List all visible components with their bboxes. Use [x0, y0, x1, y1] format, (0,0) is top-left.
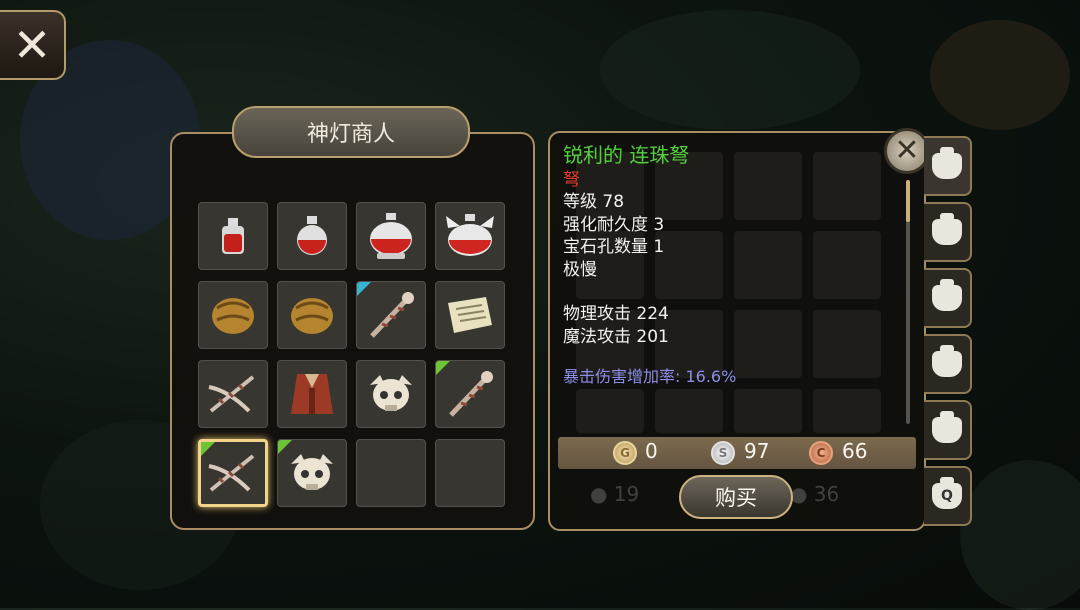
quest-bag-icon: Q — [932, 477, 962, 509]
empty-slot[interactable] — [435, 439, 505, 507]
item-crit-bonus: 暴击伤害增加率: 16.6% — [563, 367, 737, 386]
item-slot[interactable] — [277, 281, 347, 349]
item-slot[interactable] — [277, 202, 347, 270]
rarity-corner — [278, 440, 292, 454]
close-shop-button[interactable]: ✕ — [0, 10, 66, 80]
item-slot[interactable] — [198, 281, 268, 349]
bag-tab-5[interactable] — [924, 400, 972, 460]
background-currency: ● 36 — [790, 482, 840, 506]
silver-coin-icon: S — [711, 441, 735, 465]
item-gem-slots: 宝石孔数量 1 — [563, 237, 665, 257]
bag-icon — [932, 345, 962, 377]
bone-staff-icon — [370, 292, 414, 338]
background-currency: ● 19 — [590, 482, 640, 506]
skull-helmet-icon — [370, 375, 412, 411]
bone-staff-icon — [449, 371, 493, 417]
item-slot-selected[interactable] — [198, 439, 268, 507]
background-inventory-slot — [734, 389, 802, 433]
large-red-potion-icon — [370, 213, 412, 259]
leather-gloves-icon — [291, 298, 333, 334]
buy-button[interactable]: 购买 — [679, 475, 793, 519]
copper-coin-icon: C — [809, 441, 833, 465]
bag-tab-2[interactable] — [924, 202, 972, 262]
bag-icon — [932, 279, 962, 311]
item-slot[interactable] — [435, 202, 505, 270]
rarity-corner — [201, 442, 215, 456]
item-level: 等级 78 — [563, 192, 625, 212]
item-physical-attack: 物理攻击 224 — [563, 304, 669, 324]
bag-icon — [932, 147, 962, 179]
skull-helmet-icon — [291, 454, 333, 490]
red-potion-icon — [297, 216, 327, 255]
item-slot[interactable] — [198, 202, 268, 270]
bag-icon — [932, 411, 962, 443]
bone-crossbow-icon — [208, 375, 255, 413]
bag-tab-4[interactable] — [924, 334, 972, 394]
bag-tab-3[interactable] — [924, 268, 972, 328]
item-slot[interactable] — [356, 202, 426, 270]
background-inventory-slot — [813, 231, 881, 299]
gold-coin-icon: G — [613, 441, 637, 465]
small-red-potion-icon — [222, 218, 244, 254]
shop-title: 神灯商人 — [232, 106, 470, 158]
background-inventory-slot — [813, 310, 881, 378]
price-copper: 66 — [842, 439, 868, 463]
winged-red-potion-icon — [446, 214, 494, 256]
close-icon: ✕ — [894, 133, 920, 168]
background-inventory-slot — [813, 389, 881, 433]
red-robe-icon — [291, 374, 333, 414]
item-slot[interactable] — [277, 360, 347, 428]
rarity-corner — [436, 361, 450, 375]
item-slot[interactable] — [356, 360, 426, 428]
background-inventory-slot — [655, 389, 723, 433]
background-inventory-slot — [813, 152, 881, 220]
price-silver: 97 — [744, 439, 770, 463]
item-name: 锐利的 连珠弩 — [563, 143, 690, 167]
price-gold: 0 — [645, 439, 658, 463]
item-durability: 强化耐久度 3 — [563, 214, 665, 235]
leather-gloves-icon — [212, 298, 254, 334]
bag-icon — [932, 213, 962, 245]
background-inventory-slot — [734, 231, 802, 299]
item-magic-attack: 魔法攻击 201 — [563, 326, 669, 347]
background-inventory-slot — [734, 152, 802, 220]
bag-tab-1[interactable] — [924, 136, 972, 196]
close-icon: ✕ — [12, 18, 52, 72]
background-inventory-slot — [576, 389, 644, 433]
item-slot[interactable] — [356, 281, 426, 349]
empty-slot[interactable] — [356, 439, 426, 507]
scroll-icon — [448, 297, 492, 333]
item-slot[interactable] — [435, 281, 505, 349]
item-slot[interactable] — [435, 360, 505, 428]
rarity-corner — [357, 282, 371, 296]
detail-scroll-thumb[interactable] — [906, 180, 910, 222]
background-inventory-slot — [734, 310, 802, 378]
item-info: 锐利的 连珠弩 弩 等级 78 强化耐久度 3 宝石孔数量 1 极慢 物理攻击 … — [563, 144, 736, 389]
item-type: 弩 — [563, 169, 580, 190]
item-slot[interactable] — [198, 360, 268, 428]
quest-bag-tab[interactable]: Q — [924, 466, 972, 526]
item-speed: 极慢 — [563, 259, 597, 280]
item-slot[interactable] — [277, 439, 347, 507]
